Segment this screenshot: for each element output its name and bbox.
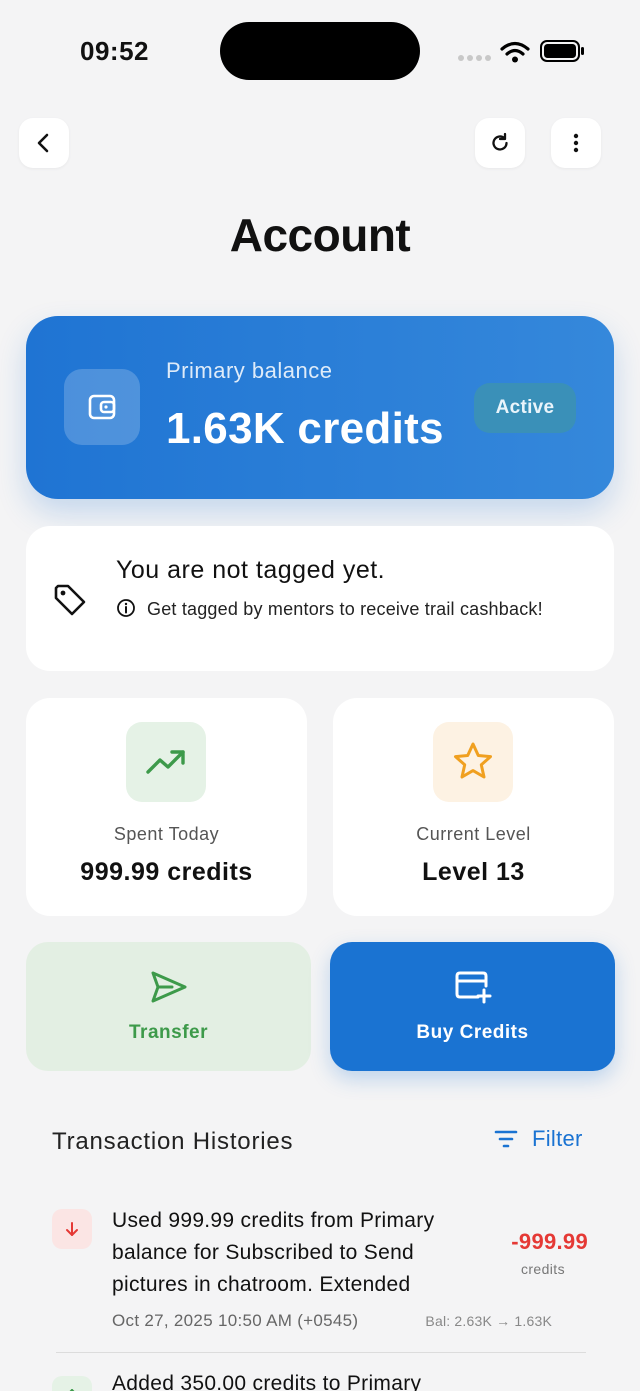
filter-icon <box>494 1130 518 1148</box>
spent-today-value: 999.99 credits <box>80 858 253 886</box>
balance-value: 1.63K credits <box>166 404 444 453</box>
wallet-icon-container <box>64 369 140 445</box>
balance-label: Primary balance <box>166 358 333 383</box>
filter-label: Filter <box>532 1126 583 1151</box>
star-icon <box>454 742 492 779</box>
info-icon <box>117 599 135 617</box>
tag-notice-title: You are not tagged yet. <box>116 556 386 584</box>
transaction-amount: -999.99 <box>511 1229 588 1254</box>
buy-credits-button[interactable]: Buy Credits <box>330 942 615 1071</box>
more-options-button[interactable] <box>551 118 601 168</box>
arrow-up-icon <box>69 1389 75 1391</box>
transfer-button[interactable]: Transfer <box>26 942 311 1071</box>
spent-today-label: Spent Today <box>113 824 220 844</box>
current-level-value: Level 13 <box>422 858 525 886</box>
account-screen: 09:52 Account Primary balance 1.63K cred… <box>0 0 640 1391</box>
tag-notice-card: You are not tagged yet. Get tagged by me… <box>26 526 614 671</box>
page-title: Account <box>229 209 411 261</box>
primary-balance-card[interactable]: Primary balance 1.63K credits Active <box>26 316 614 499</box>
refresh-icon <box>492 132 508 151</box>
buy-credits-label: Buy Credits <box>416 1022 529 1043</box>
transactions-title: Transaction Histories <box>52 1128 294 1155</box>
star-icon-container <box>433 722 513 802</box>
status-bar: 09:52 <box>0 0 640 100</box>
back-button[interactable] <box>19 118 69 168</box>
transaction-description: Used 999.99 credits from Primary balance… <box>112 1209 435 1296</box>
trending-up-icon <box>146 750 185 774</box>
wallet-icon <box>88 394 116 420</box>
more-vertical-icon <box>573 133 579 153</box>
add-card-icon <box>455 971 491 1004</box>
transaction-row[interactable]: Added 350.00 credits to Primary <box>0 1370 640 1391</box>
transaction-unit: credits <box>520 1261 565 1277</box>
transaction-date: Oct 27, 2025 10:50 AM (+0545) <box>112 1311 359 1330</box>
dynamic-island <box>220 22 420 80</box>
trending-up-icon-container <box>126 722 206 802</box>
transaction-balance: Bal: 2.63K → 1.63K <box>425 1313 552 1329</box>
wifi-icon <box>500 41 530 63</box>
divider <box>56 1352 586 1353</box>
current-level-label: Current Level <box>416 824 531 844</box>
send-icon <box>151 971 186 1003</box>
transaction-description: Added 350.00 credits to Primary <box>112 1372 422 1391</box>
current-level-card: Current Level Level 13 <box>333 698 614 916</box>
filter-button[interactable]: Filter <box>494 1126 583 1152</box>
cellular-signal-icon <box>458 55 491 61</box>
transaction-row[interactable]: Used 999.99 credits from Primary balance… <box>0 1205 640 1345</box>
credit-icon-container <box>52 1376 92 1391</box>
arrow-down-icon <box>66 1222 78 1236</box>
refresh-button[interactable] <box>475 118 525 168</box>
transfer-label: Transfer <box>129 1022 208 1043</box>
tag-notice-description: Get tagged by mentors to receive trail c… <box>147 599 543 619</box>
status-time: 09:52 <box>80 36 149 66</box>
status-badge: Active <box>474 383 576 433</box>
spent-today-card: Spent Today 999.99 credits <box>26 698 307 916</box>
chevron-left-icon <box>37 133 49 153</box>
debit-icon-container <box>52 1209 92 1249</box>
tag-icon <box>54 584 86 616</box>
battery-icon <box>540 40 584 62</box>
